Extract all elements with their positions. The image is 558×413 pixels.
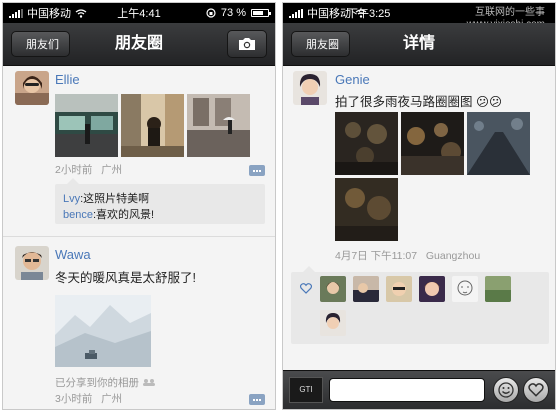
liker-avatar[interactable] (452, 276, 478, 302)
shared-label: 已分享到你的相册 (55, 377, 139, 389)
signal-icon (289, 8, 303, 18)
post-time: 2小时前 (55, 164, 93, 176)
liker-avatar[interactable] (386, 276, 412, 302)
back-button[interactable]: 朋友们 (11, 31, 70, 57)
comment-box: Lvy:这照片特美啊 bence:喜欢的风景! (55, 178, 265, 224)
comment-text: :这照片特美啊 (80, 193, 150, 205)
comment-author[interactable]: bence (63, 209, 93, 221)
post-meta: 4月7日 下午11:07 Guangzhou (335, 248, 480, 263)
back-button-label: 朋友们 (26, 39, 59, 51)
comment-button[interactable] (249, 394, 265, 405)
friends-icon (142, 379, 155, 386)
comment-text: :喜欢的风景! (92, 209, 155, 221)
post-photo[interactable] (121, 94, 184, 157)
likes-panel (291, 266, 549, 344)
watermark-line1: 互联网的一些事 (475, 7, 545, 18)
post-photo[interactable] (187, 94, 250, 157)
post-username[interactable]: Genie (335, 72, 370, 87)
post-detail[interactable]: Genie 拍了很多雨夜马路圈圈图 😕😕 4月7日 下午11:07 Guangz… (283, 66, 555, 371)
post-location[interactable]: 广州 (101, 393, 122, 405)
liker-avatar[interactable] (485, 276, 511, 302)
comment-input[interactable] (329, 378, 485, 402)
liker-avatar[interactable] (320, 276, 346, 302)
heart-icon (300, 283, 312, 294)
carrier: 中国移动 (289, 5, 367, 21)
post-photo[interactable] (55, 295, 151, 367)
post-time: 4月7日 下午11:07 (335, 250, 418, 262)
liker-avatar[interactable] (419, 276, 445, 302)
post-photo[interactable] (335, 112, 398, 175)
post-text: 冬天的暖风真是太舒服了! (55, 271, 196, 285)
attachment-thumb[interactable]: GTI (289, 377, 323, 403)
feed-list[interactable]: Ellie 2小时前 广州 Lvy:这照片特美啊 bence:喜欢的风景! Wa… (3, 66, 275, 409)
comment-row[interactable]: Lvy:这照片特美啊 (63, 190, 149, 206)
post-username[interactable]: Ellie (55, 72, 80, 87)
back-button-label: 朋友圈 (306, 39, 339, 51)
camera-icon (239, 38, 255, 50)
battery-icon (251, 9, 271, 17)
liker-avatar[interactable] (320, 310, 346, 336)
post-divider (3, 236, 275, 237)
avatar[interactable] (15, 246, 49, 280)
carrier: 中国移动 (9, 5, 87, 21)
liker-avatar[interactable] (353, 276, 379, 302)
post-text: 拍了很多雨夜马路圈圈图 😕😕 (335, 91, 502, 110)
camera-button[interactable] (227, 30, 267, 58)
post-meta: 2小时前 广州 (55, 162, 122, 177)
nav-bar: 朋友圈 朋友们 (3, 23, 275, 66)
signal-icon (9, 8, 23, 18)
carrier-label: 中国移动 (307, 8, 351, 20)
post-meta: 3小时前 广州 (55, 391, 122, 406)
like-button[interactable] (523, 377, 549, 403)
carrier-label: 中国移动 (27, 8, 71, 20)
post-time: 3小时前 (55, 393, 93, 405)
post-location[interactable]: 广州 (101, 164, 122, 176)
post-photo[interactable] (55, 94, 118, 157)
status-bar: 中国移动 下午3:25 互联网的一些事 www.yixieshi.com (283, 3, 555, 30)
shared-notice: 已分享到你的相册 (55, 375, 156, 390)
comment-row[interactable]: bence:喜欢的风景! (63, 206, 154, 222)
comment-input-bar: GTI (283, 370, 555, 409)
moments-feed-screen: 中国移动 上午4:41 73 % 朋友圈 朋友们 Ellie 2小时前 广州 L… (2, 2, 276, 410)
post-photo[interactable] (401, 112, 464, 175)
wifi-icon (355, 8, 367, 18)
attachment-thumb-label: GTI (299, 385, 313, 394)
post-detail-screen: 中国移动 下午3:25 互联网的一些事 www.yixieshi.com 详情 … (282, 2, 556, 410)
post-location[interactable]: Guangzhou (426, 250, 480, 262)
smiley-icon (498, 382, 514, 398)
rotation-lock-icon (206, 8, 216, 18)
emoji-button[interactable] (493, 377, 519, 403)
nav-bar: 详情 朋友圈 (283, 23, 555, 66)
status-bar: 中国移动 上午4:41 73 % (3, 3, 275, 23)
post-photo[interactable] (335, 178, 398, 241)
comment-button[interactable] (249, 165, 265, 176)
wifi-icon (75, 8, 87, 18)
avatar[interactable] (293, 71, 327, 105)
back-button[interactable]: 朋友圈 (291, 31, 350, 57)
comment-author[interactable]: Lvy (63, 193, 80, 205)
post-photo[interactable] (467, 112, 530, 175)
post-text-body: 拍了很多雨夜马路圈圈图 (335, 95, 473, 109)
battery-percent: 73 % (220, 7, 246, 19)
post-username[interactable]: Wawa (55, 247, 91, 262)
avatar[interactable] (15, 71, 49, 105)
post-emoji: 😕😕 (476, 95, 503, 109)
heart-icon (528, 383, 544, 397)
